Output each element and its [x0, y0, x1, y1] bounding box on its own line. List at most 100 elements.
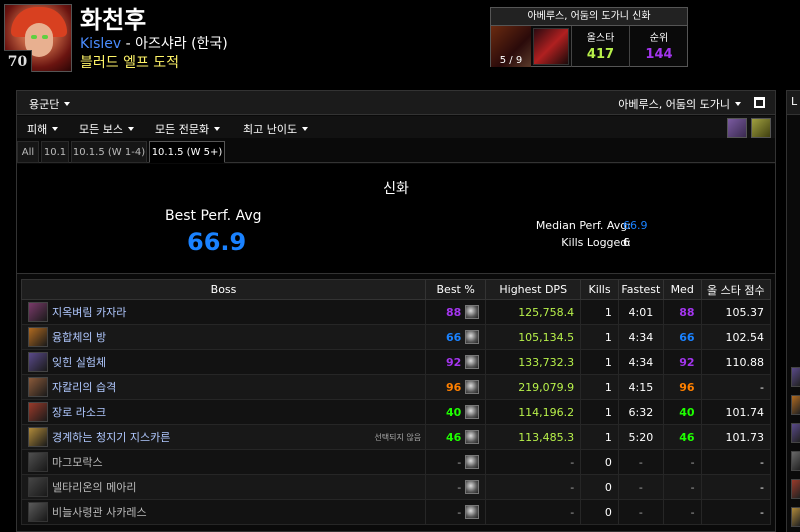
score-cell: -	[700, 374, 772, 400]
boss-cell[interactable]: 마그모락스	[20, 449, 427, 475]
kills-cell: 1	[580, 299, 619, 325]
spec-icon[interactable]	[465, 355, 480, 369]
panel-header: 용군단 아베루스, 어둠의 도가니	[17, 91, 775, 115]
dps-cell: 114,196.2	[485, 399, 582, 425]
table-row[interactable]: 경계하는 청지기 지스카른 선택되지 않음 46 113,485.3 1 5:20 46 10…	[20, 424, 772, 450]
boss-name[interactable]: 비늘사령관 사카레스	[52, 506, 147, 519]
table-row[interactable]: 지옥벼림 카자라 88 125,758.4 1 4:01 88 105.37	[20, 299, 772, 325]
boss-name[interactable]: 마그모락스	[52, 456, 103, 469]
side-thumbnail[interactable]	[791, 423, 800, 443]
boss-cell[interactable]: 융합체의 방	[20, 324, 427, 350]
boss-name[interactable]: 경계하는 청지기 지스카른	[52, 431, 170, 444]
metric-filter-dropdown[interactable]: 피해	[27, 121, 59, 137]
chevron-down-icon	[127, 127, 134, 131]
table-row[interactable]: 넬타리온의 메아리 - -0- - -	[20, 474, 772, 500]
col-med[interactable]: Med	[662, 279, 702, 300]
boss-cell[interactable]: 장로 라소크	[20, 399, 427, 425]
side-thumbnail[interactable]	[791, 367, 800, 387]
best-percent: -	[457, 505, 462, 519]
best-percent: 40	[445, 405, 462, 419]
side-thumbnail[interactable]	[791, 395, 800, 415]
guild-link[interactable]: Kislev	[80, 36, 121, 52]
difficulty-filter-dropdown[interactable]: 최고 난이도	[243, 121, 309, 137]
table-row[interactable]: 비늘사령관 사카레스 - -0- - -	[20, 499, 772, 525]
boss-filter-dropdown[interactable]: 모든 보스	[79, 121, 134, 137]
key-icon[interactable]	[751, 118, 771, 138]
raid-summary-title: 아베루스, 어둠의 도가니 신화	[491, 8, 687, 26]
side-thumbnail[interactable]	[791, 479, 800, 499]
boss-name[interactable]: 넬타리온의 메아리	[52, 481, 136, 494]
table-row[interactable]: 마그모락스 - -0- - -	[20, 449, 772, 475]
boss-cell[interactable]: 넬타리온의 메아리	[20, 474, 427, 500]
rank-value: 144	[645, 47, 673, 62]
score-cell: 105.37	[700, 299, 772, 325]
median-percent: 66	[679, 330, 695, 344]
score-cell: 101.73	[700, 424, 772, 450]
col-dps[interactable]: Highest DPS	[485, 279, 582, 300]
col-allstar-score[interactable]: 올 스타 점수	[700, 279, 772, 300]
med-cell: -	[662, 449, 702, 475]
table-row[interactable]: 잊힌 실험체 92 133,732.3 1 4:34 92 110.88	[20, 349, 772, 375]
fastest-time: -	[638, 505, 643, 519]
table-row[interactable]: 자칼리의 습격 96 219,079.9 1 4:15 96-	[20, 374, 772, 400]
boss-name[interactable]: 지옥벼림 카자라	[52, 306, 126, 319]
table-row[interactable]: 장로 라소크 40 114,196.2 1 6:32 40 101.74	[20, 399, 772, 425]
med-cell: 46	[662, 424, 702, 450]
tab-10-1-5-w5[interactable]: 10.1.5 (W 5+)	[149, 141, 225, 163]
boss-icon	[28, 477, 48, 497]
kills-logged-value: 6	[623, 236, 630, 249]
side-thumbnail[interactable]	[791, 451, 800, 471]
boss-cell[interactable]: 비늘사령관 사카레스	[20, 499, 427, 525]
spec-icon[interactable]	[465, 405, 480, 419]
table-row[interactable]: 융합체의 방 66 105,134.5 1 4:34 66 102.54	[20, 324, 772, 350]
boss-cell[interactable]: 지옥벼림 카자라	[20, 299, 427, 325]
filter-label: 최고 난이도	[243, 123, 298, 136]
col-kills[interactable]: Kills	[580, 279, 619, 300]
tab-10-1[interactable]: 10.1	[41, 141, 69, 163]
boss-name[interactable]: 융합체의 방	[52, 331, 106, 344]
fastest-time: -	[638, 455, 643, 469]
maximize-icon[interactable]	[754, 97, 765, 108]
raid-dropdown-label: 아베루스, 어둠의 도가니	[618, 98, 730, 111]
med-cell: 66	[662, 324, 702, 350]
raid-dropdown[interactable]: 아베루스, 어둠의 도가니	[618, 96, 741, 112]
fastest-time: -	[638, 480, 643, 494]
score-cell: 102.54	[700, 324, 772, 350]
filter-label: 모든 전문화	[155, 123, 210, 136]
boss-name[interactable]: 장로 라소크	[52, 406, 106, 419]
spec-icon[interactable]	[465, 380, 480, 394]
boss-icon	[28, 402, 48, 422]
kills-cell: 1	[580, 399, 619, 425]
spec-icon[interactable]	[465, 430, 480, 444]
boss-cell[interactable]: 자칼리의 습격	[20, 374, 427, 400]
raid-icon[interactable]	[727, 118, 747, 138]
best-perf-label: Best Perf. Avg	[165, 208, 262, 224]
med-cell: 40	[662, 399, 702, 425]
fastest-cell: -	[617, 449, 664, 475]
boss-icon	[28, 302, 48, 322]
med-cell: -	[662, 474, 702, 500]
dps-cell: 133,732.3	[485, 349, 582, 375]
spec-icon[interactable]	[465, 480, 480, 494]
col-best[interactable]: Best %	[425, 279, 487, 300]
boss-name[interactable]: 잊힌 실험체	[52, 356, 106, 369]
col-boss[interactable]: Boss	[20, 279, 427, 300]
boss-cell[interactable]: 경계하는 청지기 지스카른 선택되지 않음	[20, 424, 427, 450]
spec-filter-dropdown[interactable]: 모든 전문화	[155, 121, 221, 137]
side-thumbnail[interactable]	[791, 507, 800, 527]
spec-icon[interactable]	[465, 330, 480, 344]
boss-name[interactable]: 자칼리의 습격	[52, 381, 116, 394]
boss-cell[interactable]: 잊힌 실험체	[20, 349, 427, 375]
tab-all[interactable]: All	[17, 141, 39, 163]
raid-summary-box[interactable]: 아베루스, 어둠의 도가니 신화 5 / 9 올스타 417 순위 144	[490, 7, 688, 67]
expansion-dropdown[interactable]: 용군단	[29, 96, 71, 112]
spec-thumbnail	[533, 28, 569, 65]
spec-icon[interactable]	[465, 305, 480, 319]
tab-10-1-5-w1-4[interactable]: 10.1.5 (W 1-4)	[71, 141, 147, 163]
spec-icon[interactable]	[465, 505, 480, 519]
col-fastest[interactable]: Fastest	[617, 279, 664, 300]
fastest-cell: 6:32	[617, 399, 664, 425]
allstar-value: 417	[586, 47, 615, 62]
fastest-cell: -	[617, 474, 664, 500]
spec-icon[interactable]	[465, 455, 480, 469]
